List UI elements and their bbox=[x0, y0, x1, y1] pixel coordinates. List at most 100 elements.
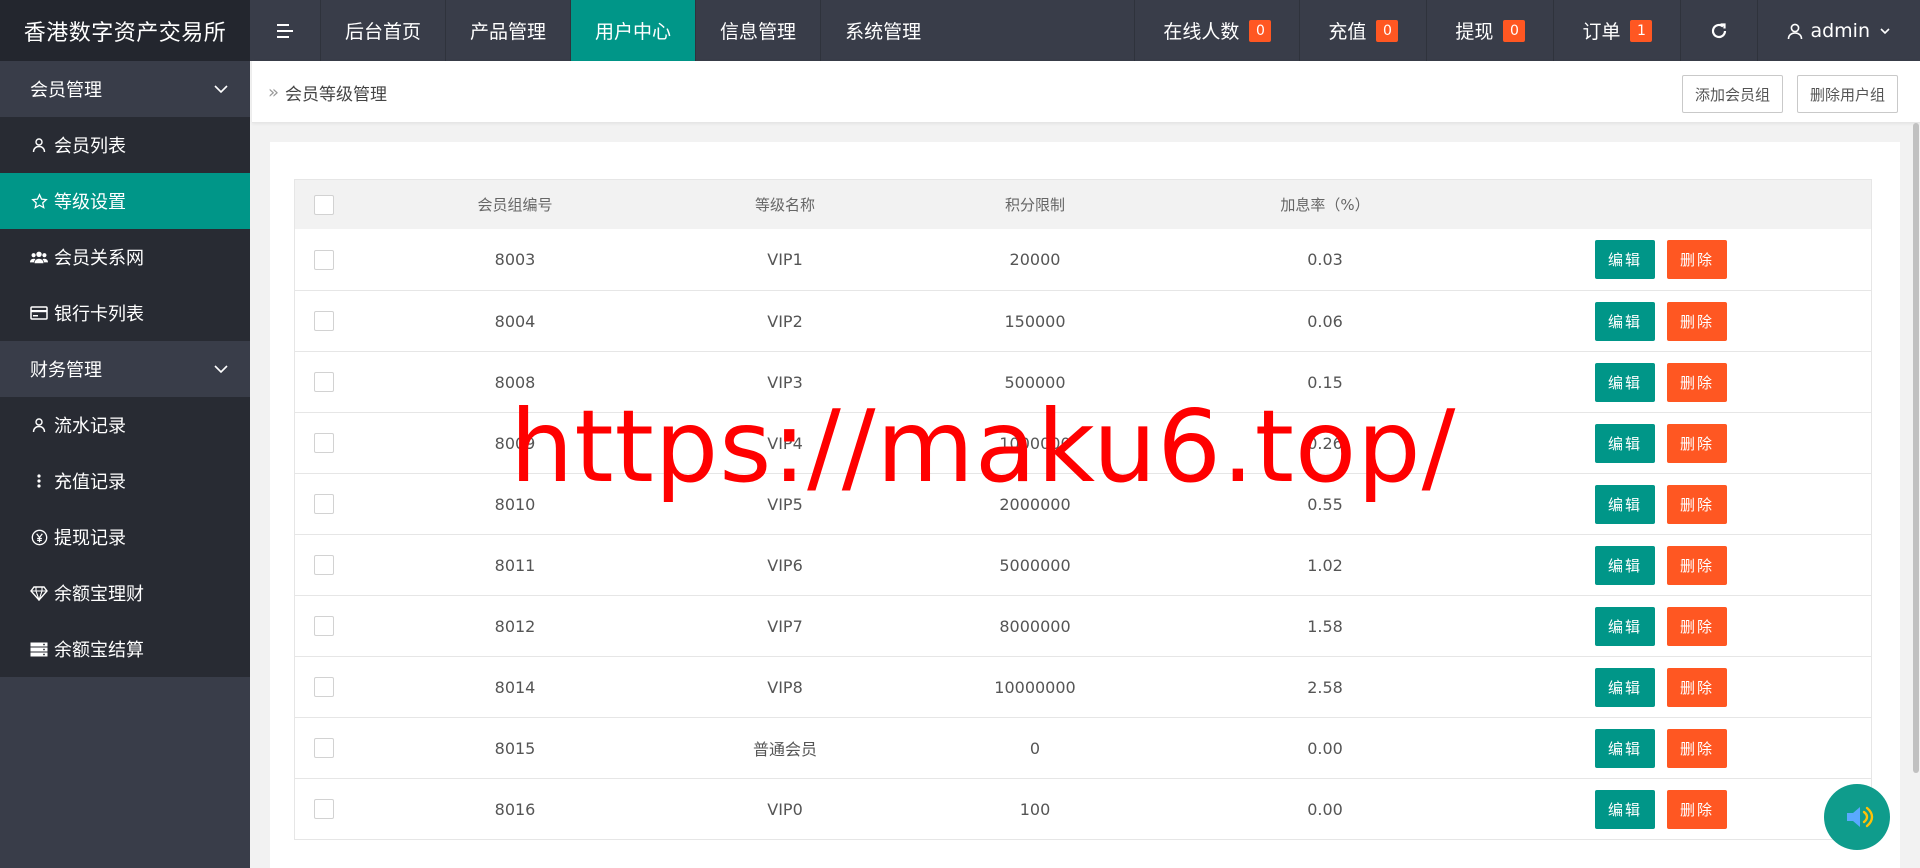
sidebar-item-level-settings[interactable]: 等级设置 bbox=[0, 173, 250, 229]
table-row: 8012 VIP7 8000000 1.58 编辑 删除 bbox=[295, 595, 1871, 656]
online-count[interactable]: 在线人数 0 bbox=[1134, 0, 1299, 61]
cell-rate: 0.06 bbox=[1307, 311, 1343, 331]
edit-button[interactable]: 编辑 bbox=[1595, 789, 1655, 829]
select-all-checkbox[interactable] bbox=[314, 194, 334, 215]
cell-actions: 编辑 删除 bbox=[1595, 535, 1735, 595]
sidebar: 会员管理 会员列表 等级设置 会员关系网 银行卡列表 财务管理 流水记录 充值记… bbox=[0, 61, 250, 868]
sidebar-item-label: 等级设置 bbox=[54, 192, 126, 213]
recharge-count[interactable]: 充值 0 bbox=[1299, 0, 1426, 61]
add-member-group-button[interactable]: 添加会员组 bbox=[1682, 75, 1784, 113]
table-body: 8003 VIP1 20000 0.03 编辑 删除 8004 VIP2 150000 0.06 编… bbox=[295, 229, 1871, 839]
header-stats: 在线人数 0 充值 0 提现 0 订单 1 admin bbox=[1134, 0, 1920, 61]
page-scrollbar[interactable] bbox=[1913, 123, 1919, 773]
sidebar-item-recharge-records[interactable]: 充值记录 bbox=[0, 453, 250, 509]
edit-button[interactable]: 编辑 bbox=[1595, 240, 1655, 279]
order-label: 订单 bbox=[1582, 21, 1621, 43]
cell-actions: 编辑 删除 bbox=[1595, 779, 1735, 839]
row-checkbox[interactable] bbox=[314, 494, 334, 514]
sidebar-group-members[interactable]: 会员管理 bbox=[0, 61, 250, 117]
delete-button[interactable]: 删除 bbox=[1667, 667, 1727, 707]
table-row: 8015 普通会员 0 0.00 编辑 删除 bbox=[295, 717, 1871, 778]
cell-id: 8012 bbox=[494, 616, 536, 636]
menu-toggle-button[interactable] bbox=[250, 0, 320, 61]
row-checkbox[interactable] bbox=[314, 372, 334, 392]
cell-rate: 0.26 bbox=[1307, 433, 1343, 453]
row-checkbox-cell bbox=[295, 474, 353, 534]
cell-actions: 编辑 删除 bbox=[1595, 291, 1735, 351]
nav-products[interactable]: 产品管理 bbox=[445, 0, 570, 61]
row-checkbox[interactable] bbox=[314, 799, 334, 819]
nav-home[interactable]: 后台首页 bbox=[320, 0, 445, 61]
delete-button[interactable]: 删除 bbox=[1667, 423, 1727, 463]
cell-id: 8015 bbox=[494, 738, 536, 758]
row-checkbox[interactable] bbox=[314, 616, 334, 636]
delete-button[interactable]: 删除 bbox=[1667, 606, 1727, 646]
table-header: 会员组编号 等级名称 积分限制 加息率（%） bbox=[295, 180, 1871, 229]
row-checkbox-cell bbox=[295, 718, 353, 778]
cell-points: 8000000 bbox=[999, 616, 1071, 636]
sidebar-group-label: 财务管理 bbox=[30, 360, 102, 381]
sidebar-item-member-network[interactable]: 会员关系网 bbox=[0, 229, 250, 285]
sidebar-item-member-list[interactable]: 会员列表 bbox=[0, 117, 250, 173]
edit-button[interactable]: 编辑 bbox=[1595, 545, 1655, 585]
edit-button[interactable]: 编辑 bbox=[1595, 484, 1655, 524]
row-checkbox[interactable] bbox=[314, 738, 334, 758]
row-checkbox[interactable] bbox=[314, 249, 334, 270]
users-icon bbox=[30, 248, 48, 266]
delete-button[interactable]: 删除 bbox=[1667, 728, 1727, 768]
sidebar-group-finance[interactable]: 财务管理 bbox=[0, 341, 250, 397]
nav-info[interactable]: 信息管理 bbox=[695, 0, 820, 61]
cell-id: 8014 bbox=[494, 677, 536, 697]
withdraw-badge: 0 bbox=[1503, 19, 1526, 42]
sidebar-item-label: 提现记录 bbox=[54, 528, 126, 549]
user-menu[interactable]: admin bbox=[1757, 0, 1920, 61]
delete-button[interactable]: 删除 bbox=[1667, 789, 1727, 829]
sidebar-item-yuebao-settlement[interactable]: 余额宝结算 bbox=[0, 621, 250, 677]
sidebar-item-bank-cards[interactable]: 银行卡列表 bbox=[0, 285, 250, 341]
edit-button[interactable]: 编辑 bbox=[1595, 667, 1655, 707]
sidebar-item-label: 流水记录 bbox=[54, 416, 126, 437]
sidebar-item-withdraw-records[interactable]: 提现记录 bbox=[0, 509, 250, 565]
page-title: 会员等级管理 bbox=[285, 84, 388, 105]
row-checkbox[interactable] bbox=[314, 677, 334, 697]
floating-support-button[interactable] bbox=[1824, 784, 1890, 850]
sidebar-item-flow-records[interactable]: 流水记录 bbox=[0, 397, 250, 453]
nav-system[interactable]: 系统管理 bbox=[820, 0, 945, 61]
top-nav: 后台首页 产品管理 用户中心 信息管理 系统管理 bbox=[320, 0, 945, 61]
sidebar-item-label: 会员关系网 bbox=[54, 248, 144, 269]
delete-button[interactable]: 删除 bbox=[1667, 545, 1727, 585]
chevron-down-icon bbox=[1880, 27, 1890, 34]
row-checkbox-cell bbox=[295, 229, 353, 290]
row-checkbox[interactable] bbox=[314, 433, 334, 453]
edit-button[interactable]: 编辑 bbox=[1595, 728, 1655, 768]
dots-icon bbox=[30, 472, 48, 490]
breadcrumb-bar: » 会员等级管理 添加会员组 删除用户组 bbox=[252, 61, 1920, 123]
refresh-button[interactable] bbox=[1680, 0, 1757, 61]
recharge-badge: 0 bbox=[1376, 19, 1399, 42]
cell-actions: 编辑 删除 bbox=[1595, 413, 1735, 473]
table-row: 8008 VIP3 500000 0.15 编辑 删除 bbox=[295, 351, 1871, 412]
cell-rate: 0.00 bbox=[1307, 799, 1343, 819]
edit-button[interactable]: 编辑 bbox=[1595, 423, 1655, 463]
edit-button[interactable]: 编辑 bbox=[1595, 362, 1655, 402]
nav-user-center[interactable]: 用户中心 bbox=[570, 0, 696, 61]
order-count[interactable]: 订单 1 bbox=[1553, 0, 1680, 61]
delete-button[interactable]: 删除 bbox=[1667, 484, 1727, 524]
diamond-icon bbox=[30, 584, 48, 602]
delete-button[interactable]: 删除 bbox=[1667, 362, 1727, 402]
row-checkbox[interactable] bbox=[314, 311, 334, 331]
edit-button[interactable]: 编辑 bbox=[1595, 606, 1655, 646]
online-label: 在线人数 bbox=[1163, 21, 1240, 43]
withdraw-count[interactable]: 提现 0 bbox=[1426, 0, 1553, 61]
cell-points: 5000000 bbox=[999, 555, 1071, 575]
cell-name: VIP5 bbox=[767, 494, 803, 514]
sidebar-item-yuebao-finance[interactable]: 余额宝理财 bbox=[0, 565, 250, 621]
delete-button[interactable]: 删除 bbox=[1667, 240, 1727, 279]
cell-name: VIP1 bbox=[767, 250, 803, 269]
row-checkbox[interactable] bbox=[314, 555, 334, 575]
delete-user-group-button[interactable]: 删除用户组 bbox=[1797, 75, 1899, 113]
table-row: 8010 VIP5 2000000 0.55 编辑 删除 bbox=[295, 473, 1871, 534]
sidebar-item-label: 充值记录 bbox=[54, 472, 126, 493]
edit-button[interactable]: 编辑 bbox=[1595, 301, 1655, 341]
delete-button[interactable]: 删除 bbox=[1667, 301, 1727, 341]
